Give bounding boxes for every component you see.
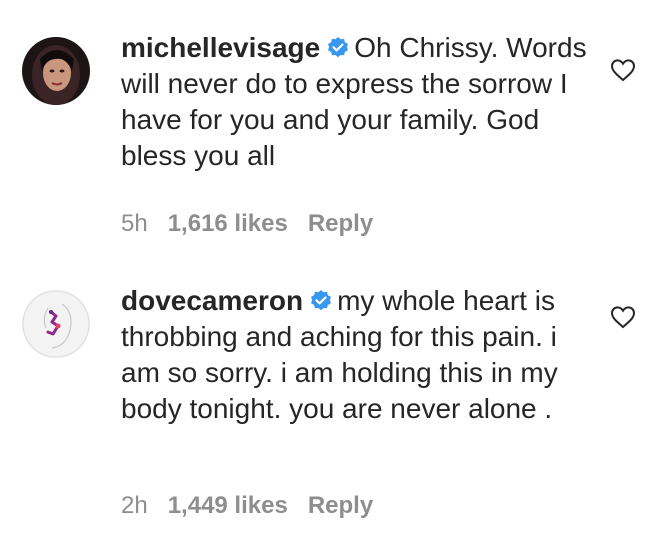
- reply-button[interactable]: Reply: [308, 492, 373, 519]
- avatar[interactable]: [22, 37, 90, 105]
- username-link[interactable]: dovecameron: [121, 285, 303, 316]
- likes-count[interactable]: 1,616 likes: [168, 210, 288, 237]
- verified-badge-icon: [328, 37, 349, 58]
- comment-meta: 2h 1,449 likes Reply: [121, 492, 393, 520]
- comment-text: michellevisage Oh Chrissy. Words will nev…: [121, 30, 591, 174]
- timestamp[interactable]: 2h: [121, 492, 148, 519]
- avatar[interactable]: [22, 290, 90, 358]
- comment-text: dovecameron my whole heart is throbbing a…: [121, 283, 591, 427]
- reply-button[interactable]: Reply: [308, 210, 373, 237]
- comment-meta: 5h 1,616 likes Reply: [121, 210, 393, 238]
- verified-badge-icon: [311, 290, 332, 311]
- heart-outline-icon[interactable]: [610, 58, 636, 82]
- username-link[interactable]: michellevisage: [121, 32, 320, 63]
- heart-outline-icon[interactable]: [610, 305, 636, 329]
- likes-count[interactable]: 1,449 likes: [168, 492, 288, 519]
- timestamp[interactable]: 5h: [121, 210, 148, 237]
